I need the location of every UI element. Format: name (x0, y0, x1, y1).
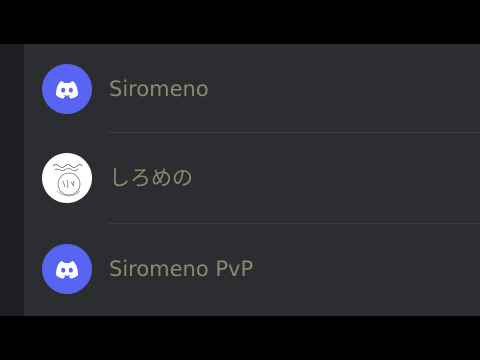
account-name: Siromeno (109, 77, 209, 101)
account-name: Siromeno PvP (109, 257, 254, 281)
letterbox-top (0, 0, 480, 44)
sketch-avatar-icon (52, 164, 83, 197)
discord-logo-icon (56, 261, 78, 279)
account-name: しろめの (109, 166, 193, 190)
account-list: Siromeno しろめの Siromeno PvP (24, 44, 480, 316)
discord-logo-icon (56, 81, 78, 99)
left-sidebar-strip (0, 44, 24, 316)
avatar (42, 244, 92, 294)
letterbox-bottom (0, 316, 480, 360)
list-item[interactable]: Siromeno PvP (24, 224, 480, 314)
avatar (42, 64, 92, 114)
avatar (42, 153, 92, 203)
list-item[interactable]: しろめの (24, 133, 480, 223)
list-item[interactable]: Siromeno (24, 44, 480, 134)
